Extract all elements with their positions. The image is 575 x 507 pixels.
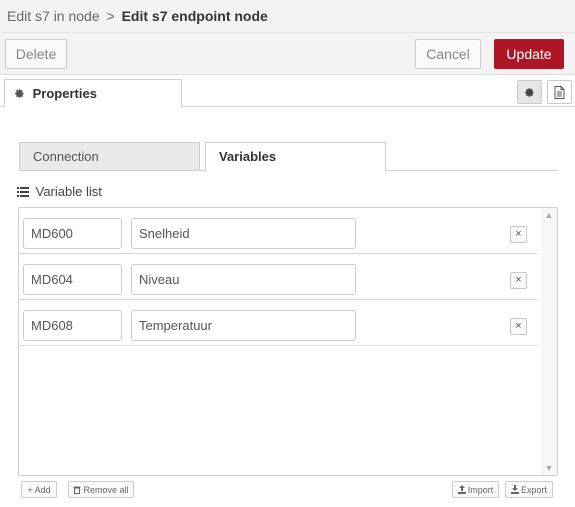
import-label: Import [467, 484, 494, 495]
node-settings-button[interactable] [517, 80, 542, 104]
node-description-button[interactable] [547, 80, 572, 104]
remove-row-button[interactable]: × [510, 226, 527, 243]
breadcrumb-parent[interactable]: Edit s7 in node [7, 8, 100, 24]
variable-list-label: Variable list [17, 184, 102, 199]
add-label: Add [34, 484, 51, 495]
add-variable-button[interactable]: + Add [21, 481, 57, 498]
list-item: × [19, 254, 538, 300]
import-button[interactable]: Import [452, 481, 499, 498]
tab-connection[interactable]: Connection [19, 142, 200, 171]
remove-row-button[interactable]: × [510, 272, 527, 289]
address-input[interactable] [23, 218, 122, 249]
properties-tabbar: Properties [0, 75, 575, 108]
update-button[interactable]: Update [494, 39, 564, 69]
breadcrumb: Edit s7 in node > Edit s7 endpoint node [0, 0, 575, 33]
subtab-bar: Connection Variables [19, 142, 558, 172]
tab-properties-label: Properties [32, 86, 97, 101]
trash-icon [73, 486, 81, 494]
variable-list-label-text: Variable list [35, 184, 102, 199]
chevron-up-icon[interactable]: ▲ [541, 209, 557, 221]
download-icon [510, 485, 519, 494]
list-scrollbar[interactable]: ▲ ▼ [541, 208, 557, 475]
upload-icon [457, 485, 466, 494]
address-input[interactable] [23, 310, 122, 341]
chevron-down-icon[interactable]: ▼ [541, 462, 557, 474]
export-label: Export [520, 484, 547, 495]
name-input[interactable] [131, 218, 356, 249]
remove-all-button[interactable]: Remove all [68, 481, 134, 498]
delete-button[interactable]: Delete [5, 39, 67, 69]
list-item: × [19, 300, 538, 346]
gear-icon [15, 89, 24, 98]
breadcrumb-separator: > [106, 8, 115, 24]
cancel-button[interactable]: Cancel [415, 39, 481, 69]
address-input[interactable] [23, 264, 122, 295]
remove-row-button[interactable]: × [510, 318, 527, 335]
plus-icon: + [27, 484, 33, 495]
name-input[interactable] [131, 264, 356, 295]
remove-all-label: Remove all [83, 484, 129, 495]
document-icon [554, 85, 565, 99]
list-icon [17, 187, 29, 197]
breadcrumb-current: Edit s7 endpoint node [121, 8, 268, 24]
gear-icon [525, 87, 534, 97]
variable-list: × × × ▲ ▼ [18, 207, 558, 476]
list-item: × [19, 208, 538, 254]
tab-variables[interactable]: Variables [205, 142, 386, 172]
tab-properties[interactable]: Properties [4, 79, 182, 108]
tray-toolbar: Delete Cancel Update [0, 33, 575, 75]
export-button[interactable]: Export [505, 481, 553, 498]
name-input[interactable] [131, 310, 356, 341]
